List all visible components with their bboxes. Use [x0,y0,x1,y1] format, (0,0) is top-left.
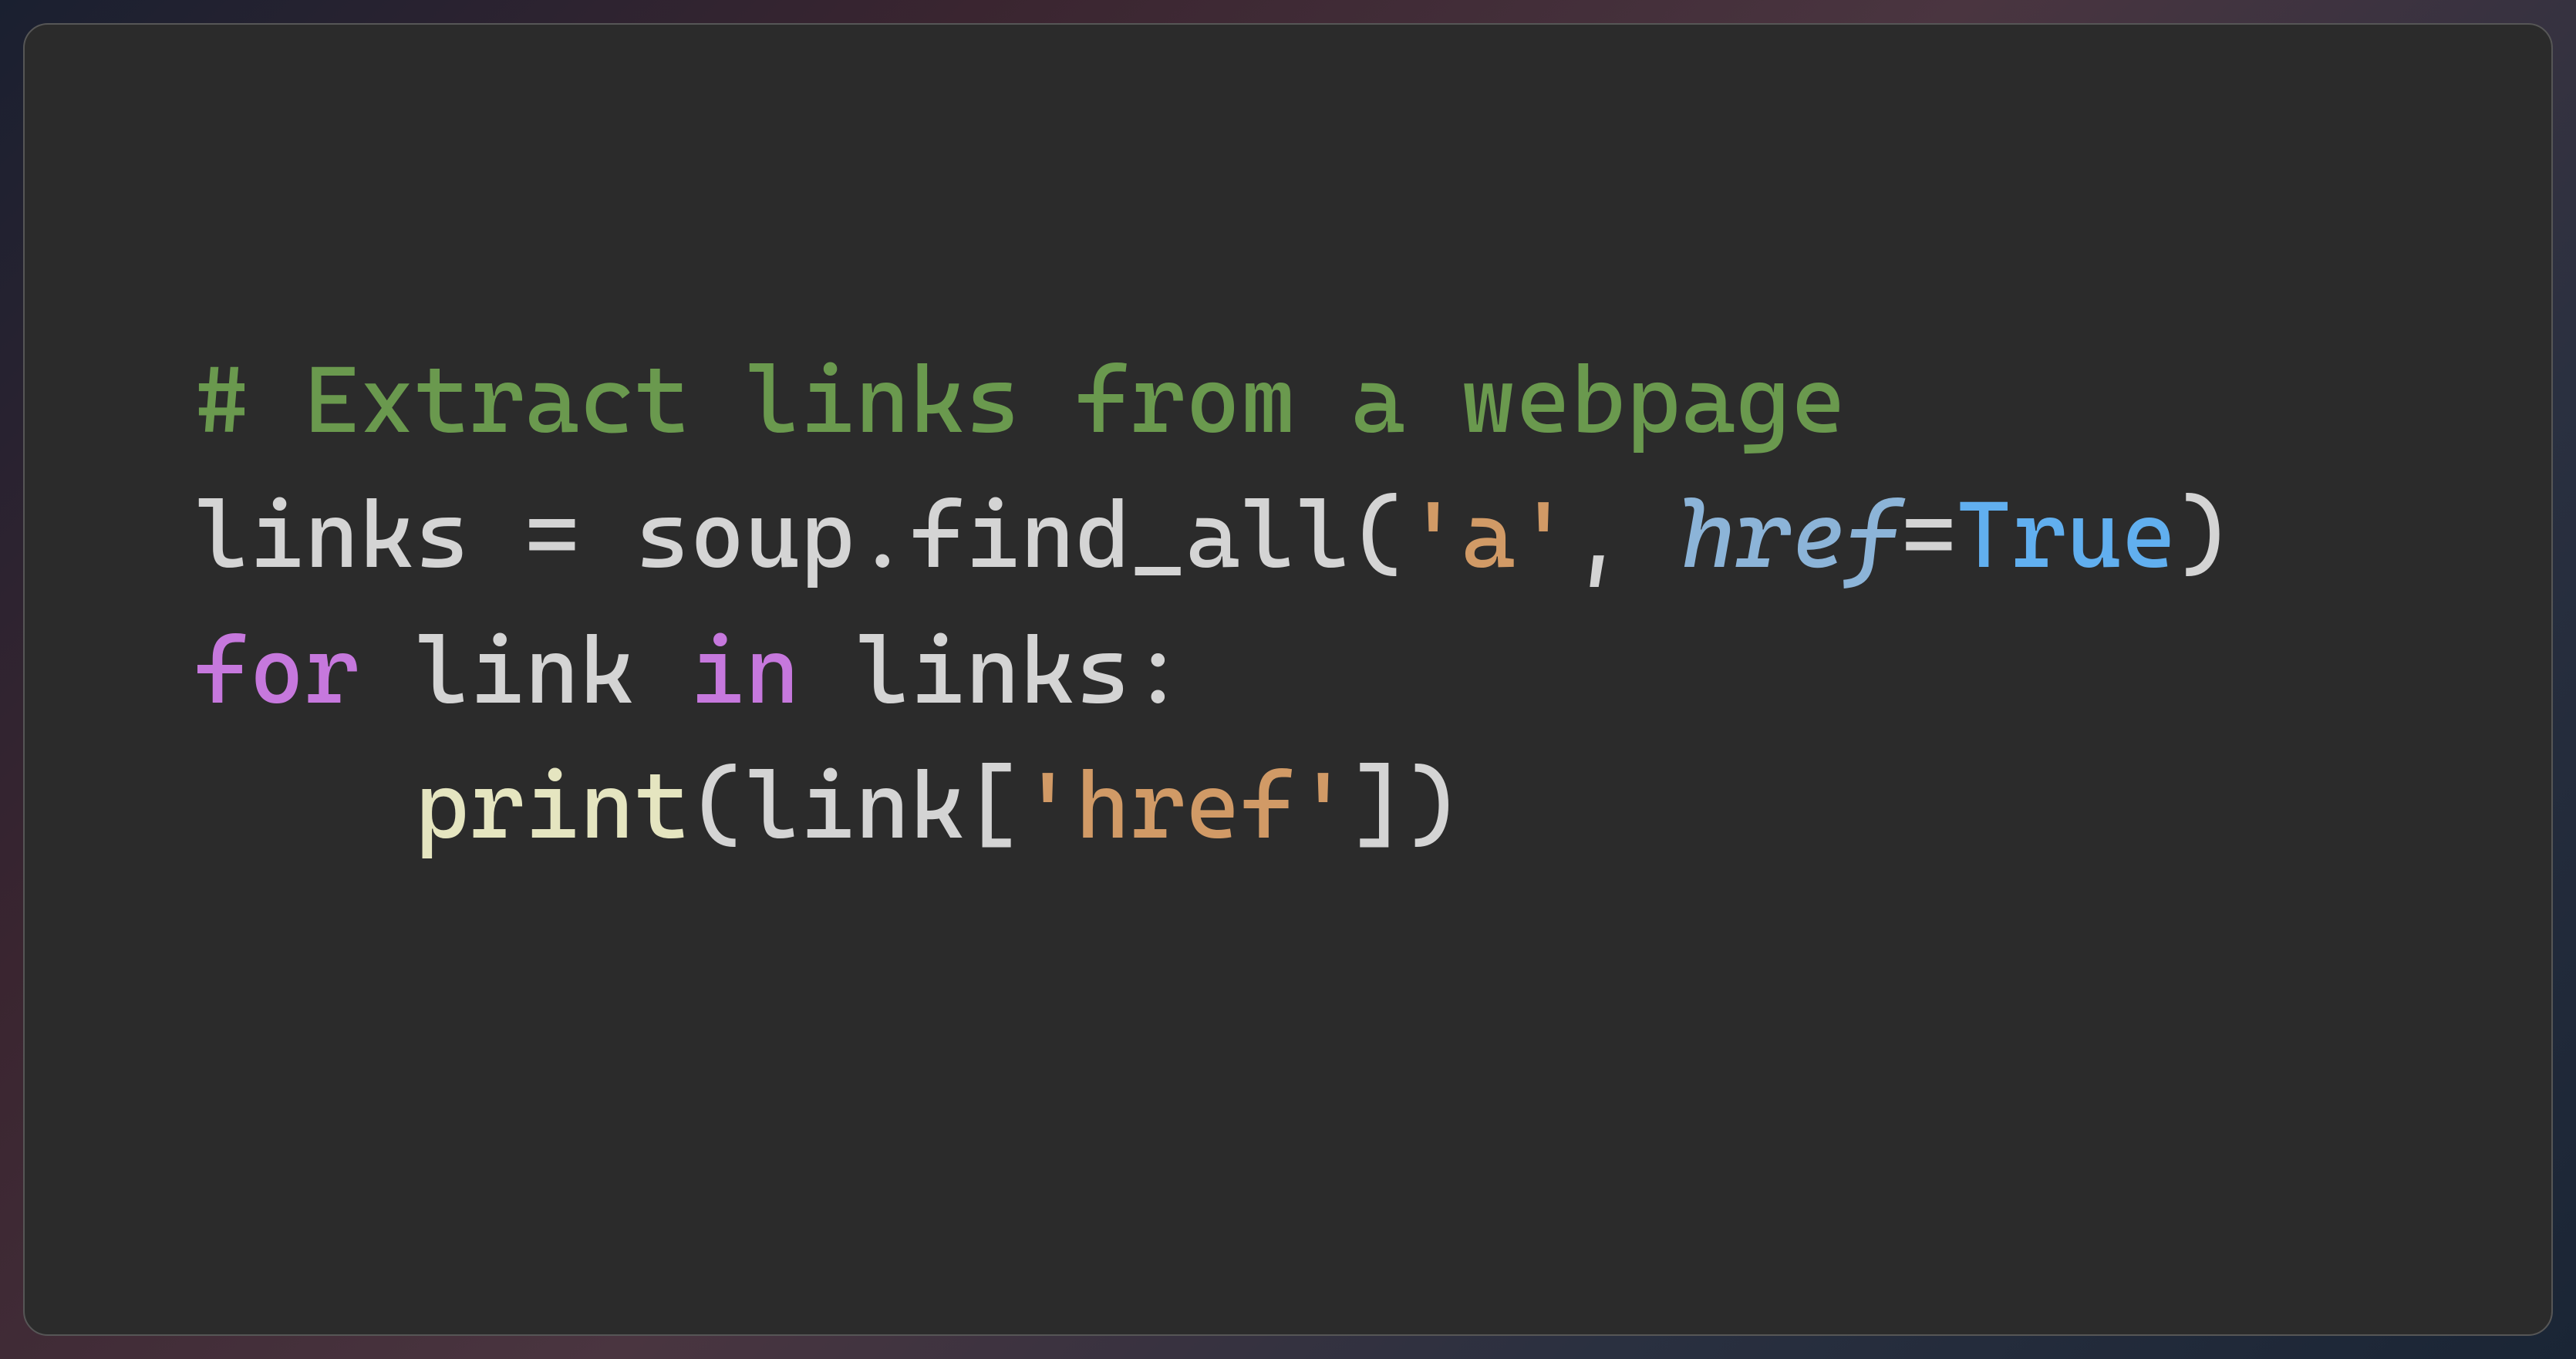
code-paren-open: ( [690,752,745,860]
code-bracket-open: [ [966,752,1020,860]
code-method-findall: find_all [910,481,1350,589]
code-var-links: links [194,481,470,589]
code-comma: , [1571,481,1681,589]
code-space [800,617,855,725]
code-paren-close: ) [1406,752,1461,860]
code-bracket-close: ] [1350,752,1405,860]
code-obj-link: link [745,752,966,860]
code-kwarg-href: href [1681,481,1902,589]
code-op-assign: = [470,481,635,589]
code-kw-for: for [194,617,359,725]
code-panel: # Extract links from a webpage links = s… [23,23,2553,1336]
code-space [359,617,414,725]
code-var-links-iter: links [855,617,1131,725]
code-string-a: 'a' [1406,481,1571,589]
code-block[interactable]: # Extract links from a webpage links = s… [194,333,2232,875]
code-fn-print: print [415,752,690,860]
code-colon: : [1131,617,1185,725]
code-comment: # Extract links from a webpage [194,346,1846,454]
code-op-eq: = [1901,481,1956,589]
code-paren-open: ( [1350,481,1405,589]
code-kw-in: in [690,617,801,725]
code-const-true: True [1957,481,2177,589]
code-var-link: link [415,617,636,725]
code-indent [194,752,415,860]
code-string-href: 'href' [1020,752,1350,860]
code-paren-close: ) [2176,481,2231,589]
code-obj-soup: soup. [635,481,910,589]
code-space [635,617,690,725]
